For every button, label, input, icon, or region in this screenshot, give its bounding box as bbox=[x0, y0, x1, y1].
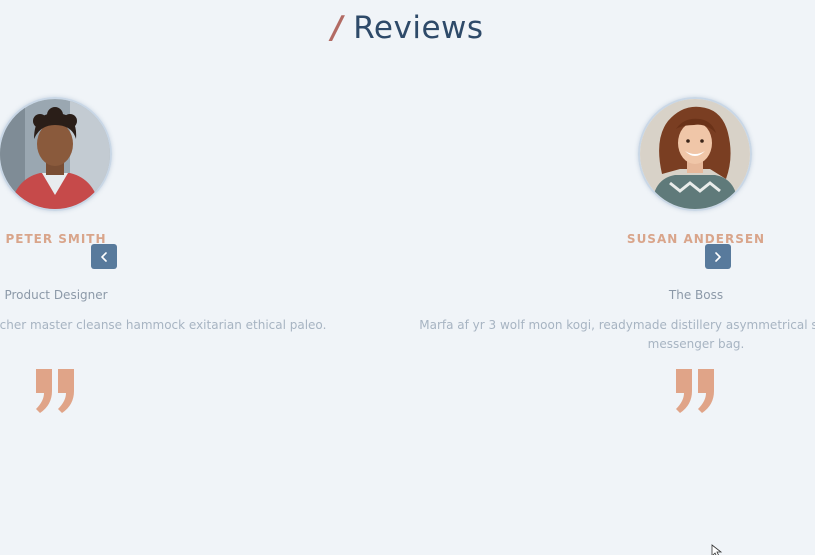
avatar bbox=[638, 97, 752, 211]
quote-icon bbox=[676, 369, 714, 413]
reviews-section: /Reviews PETER SMITH Product Designer rk… bbox=[0, 0, 815, 555]
person-photo-icon bbox=[640, 99, 750, 209]
reviewer-name: SUSAN ANDERSEN bbox=[626, 232, 766, 246]
quote-icon bbox=[36, 369, 74, 413]
review-slide: SUSAN ANDERSEN The Boss Marfa af yr 3 wo… bbox=[376, 0, 815, 555]
review-slide: PETER SMITH Product Designer rk, actuall… bbox=[0, 0, 376, 555]
reviewer-role: Product Designer bbox=[4, 288, 108, 302]
chevron-left-icon bbox=[101, 251, 107, 262]
carousel-prev-button[interactable] bbox=[91, 244, 117, 269]
chevron-right-icon bbox=[715, 251, 721, 262]
avatar bbox=[0, 97, 112, 211]
mouse-cursor-icon bbox=[711, 544, 723, 555]
reviewer-name: PETER SMITH bbox=[5, 232, 107, 246]
reviewer-role: The Boss bbox=[668, 288, 724, 302]
carousel-next-button[interactable] bbox=[705, 244, 731, 269]
person-photo-icon bbox=[0, 99, 110, 209]
review-text: Marfa af yr 3 wolf moon kogi, readymade … bbox=[419, 318, 815, 351]
review-text: rk, actually semiotics next level butche… bbox=[0, 318, 327, 332]
